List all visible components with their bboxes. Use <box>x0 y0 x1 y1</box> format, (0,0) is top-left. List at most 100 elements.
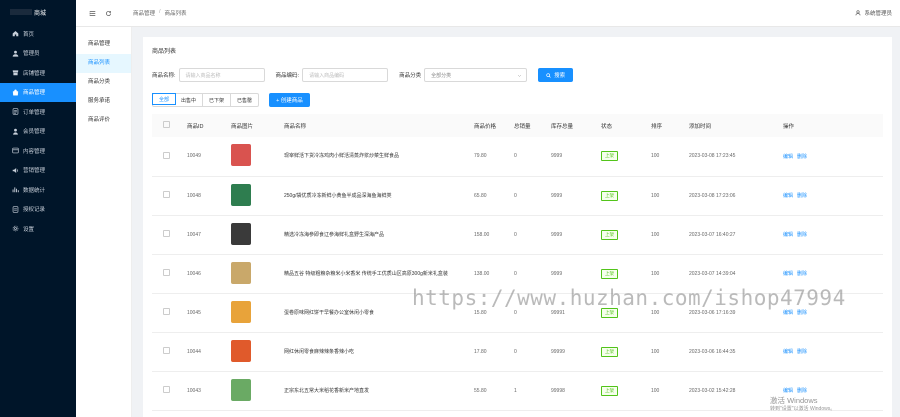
search-button[interactable]: 搜索 <box>538 68 574 82</box>
delete-link[interactable]: 删除 <box>797 154 807 160</box>
breadcrumb-item[interactable]: 商品管理 <box>133 9 155 17</box>
sidebar-item-bag[interactable]: 商品管理 <box>0 82 76 102</box>
sidebar-item-gear[interactable]: 设置 <box>0 219 76 239</box>
refresh-icon[interactable] <box>103 8 113 18</box>
sidebar-item-record[interactable]: 授权记录 <box>0 200 76 220</box>
product-image[interactable] <box>231 222 251 245</box>
status-tab[interactable]: 全部 <box>152 93 177 105</box>
submenu-item[interactable]: 商品评价 <box>76 111 131 130</box>
product-image[interactable] <box>231 378 251 401</box>
category-select[interactable]: 全部分类 <box>424 68 528 82</box>
status-badge[interactable]: 上架 <box>601 268 618 279</box>
sidebar-item-store[interactable]: 店铺管理 <box>0 63 76 83</box>
status-badge[interactable]: 上架 <box>601 346 618 357</box>
sidebar-item-member[interactable]: 会员管理 <box>0 122 76 142</box>
sidebar-item-label: 商品管理 <box>23 90 46 97</box>
user-icon <box>11 49 19 57</box>
submenu-item[interactable]: 商品分类 <box>76 73 131 92</box>
sidebar-item-order[interactable]: 订单管理 <box>0 102 76 122</box>
row-checkbox[interactable] <box>163 151 170 159</box>
submenu-item[interactable]: 商品列表 <box>76 54 131 73</box>
status-badge[interactable]: 上架 <box>601 151 618 162</box>
product-stock: 99991 <box>551 309 565 316</box>
product-name: 现宰鲜活下货冷冻鸡肉小鲜活清蒸炸浆炒菜生鲜食品 <box>284 153 400 160</box>
home-icon <box>11 30 19 38</box>
table-row: 10044 网红休闲零食麻辣辣条香辣小吃 17.80 0 99999 上架 100 2023-… <box>152 332 883 371</box>
status-badge[interactable]: 上架 <box>601 307 618 318</box>
sidebar-item-label: 店铺管理 <box>23 70 46 77</box>
product-sort: 100 <box>651 309 660 316</box>
product-id: 10046 <box>187 270 201 277</box>
product-stock: 9999 <box>551 153 563 160</box>
product-image[interactable] <box>231 144 251 167</box>
delete-link[interactable]: 删除 <box>797 193 807 199</box>
status-badge[interactable]: 上架 <box>601 190 618 201</box>
delete-link[interactable]: 删除 <box>797 310 807 316</box>
product-image[interactable] <box>231 261 251 284</box>
column-header: 商品名称 <box>284 123 307 130</box>
windows-activation-notice: 激活 Windows 转到"设置"以激活 Windows。 <box>770 396 835 414</box>
product-stock: 99999 <box>551 348 565 355</box>
breadcrumb: 商品管理 / 商品列表 <box>133 9 187 17</box>
bag-icon <box>11 88 19 96</box>
product-id: 10047 <box>187 231 201 238</box>
edit-link[interactable]: 编辑 <box>783 388 793 394</box>
edit-link[interactable]: 编辑 <box>783 271 793 277</box>
product-id: 10045 <box>187 309 201 316</box>
status-tab[interactable]: 已售罄 <box>231 94 258 106</box>
row-checkbox[interactable] <box>163 230 170 237</box>
delete-link[interactable]: 删除 <box>797 232 807 238</box>
code-search-input[interactable]: 请输入商品编码 <box>302 68 389 82</box>
product-image[interactable] <box>231 183 251 206</box>
product-image[interactable] <box>231 300 251 323</box>
edit-link[interactable]: 编辑 <box>783 349 793 355</box>
status-badge[interactable]: 上架 <box>601 385 618 396</box>
column-header: 排序 <box>651 123 663 130</box>
product-name: 精品五谷 特级粗粮杂粮米小米香米 传统手工优质山区高原300g新米礼盒装 <box>284 270 448 277</box>
edit-link[interactable]: 编辑 <box>783 232 793 238</box>
submenu-item[interactable]: 商品管理 <box>76 35 131 54</box>
record-icon <box>11 205 19 213</box>
name-search-input[interactable]: 请输入商品名称 <box>178 68 265 82</box>
status-segmented-control: 全部 出售中 已下架 已售罄 <box>152 93 260 107</box>
sidebar-item-chart[interactable]: 数据统计 <box>0 180 76 200</box>
submenu-item[interactable]: 服务承诺 <box>76 92 131 111</box>
create-product-button[interactable]: + 创建商品 <box>269 93 310 107</box>
product-sales: 0 <box>514 231 517 238</box>
admin-menu[interactable]: 系统管理员 <box>855 9 892 17</box>
sidebar-item-user[interactable]: 管理员 <box>0 44 76 64</box>
sidebar-item-marketing[interactable]: 营销管理 <box>0 161 76 181</box>
row-checkbox[interactable] <box>163 347 170 354</box>
page-title: 商品列表 <box>152 49 177 55</box>
product-id: 10043 <box>187 387 201 394</box>
table-row: 10047 精选冷冻海参即食辽参海鲜礼盒野生深海产品 158.00 0 9999 上架 10… <box>152 215 883 254</box>
sidebar-item-label: 首页 <box>23 31 35 38</box>
admin-name: 系统管理员 <box>864 11 892 17</box>
edit-link[interactable]: 编辑 <box>783 193 793 199</box>
sidebar-item-label: 订单管理 <box>23 109 46 116</box>
sidebar-item-content[interactable]: 内容管理 <box>0 141 76 161</box>
product-price: 79.80 <box>474 153 487 160</box>
select-all-checkbox[interactable] <box>163 121 170 128</box>
delete-link[interactable]: 删除 <box>797 388 807 394</box>
status-badge[interactable]: 上架 <box>601 229 618 240</box>
delete-link[interactable]: 删除 <box>797 349 807 355</box>
edit-link[interactable]: 编辑 <box>783 310 793 316</box>
row-checkbox[interactable] <box>163 386 170 393</box>
delete-link[interactable]: 删除 <box>797 271 807 277</box>
filter-bar: 商品名称: 请输入商品名称 商品编码: 请输入商品编码 商品分类 全部分类 搜索 <box>152 68 883 82</box>
status-tab[interactable]: 出售中 <box>175 94 204 106</box>
row-checkbox[interactable] <box>163 269 170 276</box>
sidebar-item-home[interactable]: 首页 <box>0 24 76 44</box>
menu-fold-icon[interactable] <box>87 8 97 18</box>
sidebar: 商城 首页 管理员 店铺管理 商品管理 订单管理 会员管理 内容管理 营销管理 数据统计 授权记录… <box>0 0 76 417</box>
chevron-down-icon <box>517 74 522 77</box>
sidebar-item-label: 会员管理 <box>23 129 46 136</box>
row-checkbox[interactable] <box>163 191 170 198</box>
column-header: 商品ID <box>187 123 204 130</box>
edit-link[interactable]: 编辑 <box>783 154 793 160</box>
status-tab[interactable]: 已下架 <box>203 94 232 106</box>
product-stock: 9999 <box>551 270 563 277</box>
row-checkbox[interactable] <box>163 308 170 315</box>
product-image[interactable] <box>231 339 251 362</box>
